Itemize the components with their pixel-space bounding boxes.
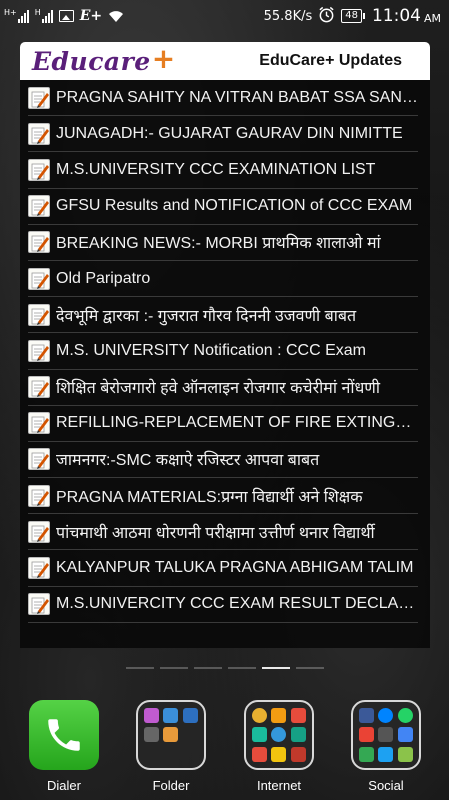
news-title: शिक्षित बेरोजगारो हवे ऑनलाइन रोजगार कचेर… bbox=[56, 380, 381, 398]
article-icon bbox=[28, 484, 50, 507]
article-icon bbox=[28, 412, 50, 435]
dock-label: Dialer bbox=[47, 778, 81, 793]
dock: Dialer Folder Internet Social bbox=[0, 696, 449, 800]
folder-icon[interactable] bbox=[244, 700, 314, 770]
news-title: M.S.UNIVERSITY CCC EXAMINATION LIST bbox=[56, 160, 376, 178]
alarm-icon bbox=[318, 6, 335, 27]
image-icon bbox=[58, 10, 74, 22]
educare-logo: Educare + bbox=[32, 42, 175, 76]
news-item[interactable]: जामनगर:-SMC कक्षाऐ रजिस्टर आपवा बाबत bbox=[28, 442, 418, 479]
news-title: PRAGNA SAHITY NA VITRAN BABAT SSA SANDES… bbox=[56, 88, 418, 106]
article-icon bbox=[28, 520, 50, 543]
news-item[interactable]: JUNAGADH:- GUJARAT GAURAV DIN NIMITTE bbox=[28, 116, 418, 153]
dock-app-social[interactable]: Social bbox=[346, 700, 426, 793]
news-title: Old Paripatro bbox=[56, 269, 151, 287]
dock-app-internet[interactable]: Internet bbox=[239, 700, 319, 793]
news-item[interactable]: KALYANPUR TALUKA PRAGNA ABHIGAM TALIM bbox=[28, 550, 418, 587]
news-item[interactable]: M.S.UNIVERSITY CCC EXAMINATION LIST bbox=[28, 152, 418, 189]
news-item[interactable]: देवभूमि द्वारका :- गुजरात गौरव दिननी उजव… bbox=[28, 297, 418, 334]
article-icon bbox=[28, 86, 50, 109]
educare-widget: Educare + EduCare+ Updates PRAGNA SAHITY… bbox=[20, 42, 430, 648]
folder-icon[interactable] bbox=[136, 700, 206, 770]
status-right: 55.8K/s 48 11:04 AM bbox=[264, 6, 441, 27]
signal-icon: H+ bbox=[4, 9, 29, 23]
article-icon bbox=[28, 303, 50, 326]
news-item[interactable]: M.S. UNIVERSITY Notification : CCC Exam bbox=[28, 333, 418, 370]
news-item[interactable]: पांचमाथी आठमा धोरणनी परीक्षामा उत्तीर्ण … bbox=[28, 514, 418, 551]
news-item[interactable]: M.S.UNIVERCITY CCC EXAM RESULT DECLARED bbox=[28, 587, 418, 623]
news-title: पांचमाथी आठमा धोरणनी परीक्षामा उत्तीर्ण … bbox=[56, 524, 375, 542]
news-item[interactable]: REFILLING-REPLACEMENT OF FIRE EXTINGUISH… bbox=[28, 406, 418, 442]
article-icon bbox=[28, 231, 50, 254]
news-title: PRAGNA MATERIALS:प्रग्ना विद्यार्थी अने … bbox=[56, 488, 363, 506]
news-title: जामनगर:-SMC कक्षाऐ रजिस्टर आपवा बाबत bbox=[56, 452, 320, 470]
news-item[interactable]: शिक्षित बेरोजगारो हवे ऑनलाइन रोजगार कचेर… bbox=[28, 370, 418, 406]
article-icon bbox=[28, 448, 50, 471]
dock-label: Social bbox=[368, 778, 404, 793]
article-icon bbox=[28, 339, 50, 362]
folder-icon[interactable] bbox=[351, 700, 421, 770]
news-list[interactable]: PRAGNA SAHITY NA VITRAN BABAT SSA SANDES… bbox=[20, 80, 430, 648]
news-title: KALYANPUR TALUKA PRAGNA ABHIGAM TALIM bbox=[56, 559, 414, 577]
news-title: M.S. UNIVERSITY Notification : CCC Exam bbox=[56, 341, 366, 359]
logo-plus: + bbox=[151, 41, 176, 75]
article-icon bbox=[28, 376, 50, 399]
battery-icon: 48 bbox=[341, 9, 365, 23]
status-bar: H+ H E+ 55.8K/s 48 11:04 AM bbox=[0, 0, 449, 32]
logo-text: Educare bbox=[32, 46, 151, 76]
news-item[interactable]: PRAGNA SAHITY NA VITRAN BABAT SSA SANDES… bbox=[28, 80, 418, 117]
dock-label: Folder bbox=[152, 778, 190, 793]
signal-type-label: H bbox=[34, 8, 41, 17]
news-title: देवभूमि द्वारका :- गुजरात गौरव दिननी उजव… bbox=[56, 307, 357, 325]
wifi-icon bbox=[108, 9, 124, 23]
clock-time: 11:04 bbox=[371, 6, 421, 26]
news-item[interactable]: Old Paripatro bbox=[28, 261, 418, 298]
article-icon bbox=[28, 158, 50, 181]
article-icon bbox=[28, 557, 50, 580]
signal-type-label: H+ bbox=[4, 8, 17, 17]
page-indicator bbox=[100, 667, 350, 671]
dock-label: Internet bbox=[256, 778, 302, 793]
news-item[interactable]: PRAGNA MATERIALS:प्रग्ना विद्यार्थी अने … bbox=[28, 478, 418, 515]
news-title: REFILLING-REPLACEMENT OF FIRE EXTINGUISH… bbox=[56, 414, 418, 432]
news-title: M.S.UNIVERCITY CCC EXAM RESULT DECLARED bbox=[56, 595, 418, 613]
news-item[interactable]: GFSU Results and NOTIFICATION of CCC EXA… bbox=[28, 189, 418, 225]
article-icon bbox=[28, 195, 50, 218]
clock-ampm: AM bbox=[423, 11, 441, 25]
article-icon bbox=[28, 267, 50, 290]
dock-app-dialer[interactable]: Dialer bbox=[24, 700, 104, 793]
status-left: H+ H E+ bbox=[4, 8, 124, 24]
signal-icon: H bbox=[35, 9, 53, 23]
dock-app-folder[interactable]: Folder bbox=[131, 700, 211, 793]
phone-icon[interactable] bbox=[29, 700, 99, 770]
widget-header[interactable]: Educare + EduCare+ Updates bbox=[20, 42, 430, 80]
widget-title: EduCare+ Updates bbox=[259, 52, 402, 69]
network-speed: 55.8K/s bbox=[263, 8, 313, 24]
article-icon bbox=[28, 593, 50, 616]
article-icon bbox=[28, 122, 50, 145]
news-item[interactable]: BREAKING NEWS:- MORBI प्राथमिक शालाओ मां bbox=[28, 225, 418, 261]
eplus-icon: E+ bbox=[79, 8, 103, 24]
news-title: JUNAGADH:- GUJARAT GAURAV DIN NIMITTE bbox=[56, 124, 403, 142]
news-title: BREAKING NEWS:- MORBI प्राथमिक शालाओ मां bbox=[56, 235, 381, 253]
news-title: GFSU Results and NOTIFICATION of CCC EXA… bbox=[56, 197, 413, 215]
